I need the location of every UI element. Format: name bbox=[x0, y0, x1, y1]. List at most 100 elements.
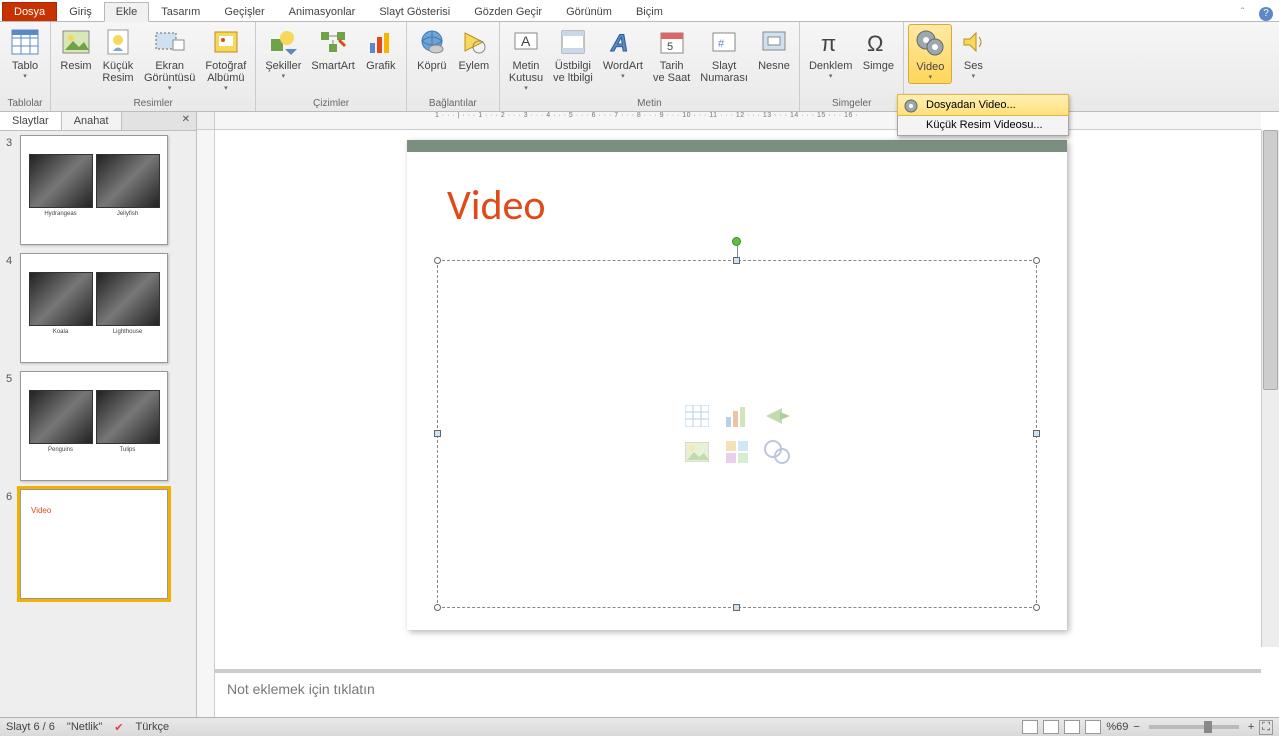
insert-media-icon[interactable] bbox=[760, 437, 794, 467]
resize-handle[interactable] bbox=[733, 257, 740, 264]
zoom-in-button[interactable]: + bbox=[1248, 721, 1254, 733]
hyperlink-button[interactable]: Köprü bbox=[411, 24, 453, 74]
screenshot-button[interactable]: Ekran Görüntüsü bbox=[139, 24, 200, 94]
tab-format[interactable]: Biçim bbox=[624, 2, 675, 21]
tab-design[interactable]: Tasarım bbox=[149, 2, 212, 21]
normal-view-button[interactable] bbox=[1022, 720, 1038, 734]
tab-animations[interactable]: Animasyonlar bbox=[277, 2, 368, 21]
slidenumber-icon: # bbox=[708, 26, 740, 58]
svg-text:A: A bbox=[521, 33, 531, 49]
audio-button[interactable]: Ses bbox=[952, 24, 994, 82]
slide-editor[interactable]: Video bbox=[407, 140, 1067, 630]
resize-handle[interactable] bbox=[1033, 257, 1040, 264]
insert-chart-icon[interactable] bbox=[720, 401, 754, 431]
tab-view[interactable]: Görünüm bbox=[554, 2, 624, 21]
outline-tab[interactable]: Anahat bbox=[62, 112, 122, 130]
content-placeholder[interactable] bbox=[437, 260, 1037, 608]
video-clipart-item[interactable]: Küçük Resim Videosu... bbox=[898, 115, 1068, 135]
tab-insert[interactable]: Ekle bbox=[104, 2, 149, 22]
tab-slideshow[interactable]: Slayt Gösterisi bbox=[367, 2, 462, 21]
rotate-handle[interactable] bbox=[732, 237, 741, 246]
slideshow-view-button[interactable] bbox=[1085, 720, 1101, 734]
slide-thumb-6[interactable]: 6 Video bbox=[6, 489, 190, 599]
slide-thumb-4[interactable]: 4 KoalaLighthouse bbox=[6, 253, 190, 363]
datetime-button[interactable]: 5Tarih ve Saat bbox=[648, 24, 695, 86]
tab-transitions[interactable]: Geçişler bbox=[212, 2, 276, 21]
slidenumber-button[interactable]: #Slayt Numarası bbox=[695, 24, 753, 86]
vertical-ruler bbox=[197, 130, 215, 717]
zoom-level[interactable]: %69 bbox=[1106, 721, 1128, 733]
photoalbum-button[interactable]: Fotoğraf Albümü bbox=[200, 24, 251, 94]
minimize-ribbon-icon[interactable]: ˆ bbox=[1241, 7, 1255, 21]
action-button[interactable]: Eylem bbox=[453, 24, 495, 74]
video-button[interactable]: Video bbox=[908, 24, 952, 84]
smartart-icon bbox=[317, 26, 349, 58]
tab-file[interactable]: Dosya bbox=[2, 2, 57, 21]
video-icon bbox=[914, 27, 946, 59]
group-symbols-label: Simgeler bbox=[804, 98, 899, 111]
insert-clipart-icon[interactable] bbox=[720, 437, 754, 467]
placeholder-content-icons bbox=[680, 401, 794, 467]
status-slide: Slayt 6 / 6 bbox=[6, 721, 55, 733]
resize-handle[interactable] bbox=[733, 604, 740, 611]
zoom-out-button[interactable]: − bbox=[1133, 721, 1139, 733]
datetime-icon: 5 bbox=[656, 26, 688, 58]
group-links-label: Bağlantılar bbox=[411, 98, 495, 111]
slide-thumb-3[interactable]: 3 HydrangeasJellyfish bbox=[6, 135, 190, 245]
tab-home[interactable]: Giriş bbox=[57, 2, 104, 21]
zoom-slider[interactable] bbox=[1149, 725, 1239, 729]
resize-handle[interactable] bbox=[434, 257, 441, 264]
menu-tabs: Dosya Giriş Ekle Tasarım Geçişler Animas… bbox=[0, 0, 1279, 22]
group-images-label: Resimler bbox=[55, 98, 251, 111]
resize-handle[interactable] bbox=[1033, 430, 1040, 437]
help-icon[interactable]: ? bbox=[1259, 7, 1273, 21]
picture-button[interactable]: Resim bbox=[55, 24, 97, 74]
notes-pane[interactable]: Not eklemek için tıklatın bbox=[215, 669, 1261, 717]
video-from-file-item[interactable]: Dosyadan Video... bbox=[897, 94, 1069, 116]
wordart-button[interactable]: AWordArt bbox=[598, 24, 648, 82]
group-tables-label: Tablolar bbox=[4, 98, 46, 111]
insert-smartart-icon[interactable] bbox=[760, 401, 794, 431]
textbox-icon: A bbox=[510, 26, 542, 58]
spellcheck-icon[interactable]: ✔ bbox=[114, 721, 123, 734]
insert-picture-icon[interactable] bbox=[680, 437, 714, 467]
resize-handle[interactable] bbox=[434, 430, 441, 437]
slide-title[interactable]: Video bbox=[407, 152, 1067, 231]
reading-view-button[interactable] bbox=[1064, 720, 1080, 734]
hyperlink-icon bbox=[416, 26, 448, 58]
resize-handle[interactable] bbox=[1033, 604, 1040, 611]
photoalbum-icon bbox=[210, 26, 242, 58]
clipart-button[interactable]: Küçük Resim bbox=[97, 24, 139, 86]
vertical-scrollbar[interactable] bbox=[1261, 130, 1279, 647]
chart-button[interactable]: Grafik bbox=[360, 24, 402, 74]
action-icon bbox=[458, 26, 490, 58]
sorter-view-button[interactable] bbox=[1043, 720, 1059, 734]
slide-thumb-5[interactable]: 5 PenguinsTulips bbox=[6, 371, 190, 481]
slides-tab[interactable]: Slaytlar bbox=[0, 112, 62, 130]
svg-text:#: # bbox=[718, 38, 725, 50]
svg-text:Ω: Ω bbox=[867, 31, 883, 55]
group-text-label: Metin bbox=[504, 98, 795, 111]
headerfooter-button[interactable]: Üstbilgi ve ltbilgi bbox=[548, 24, 598, 86]
object-button[interactable]: Nesne bbox=[753, 24, 795, 74]
table-label: Tablo bbox=[12, 60, 38, 72]
shapes-button[interactable]: Şekiller bbox=[260, 24, 306, 82]
table-button[interactable]: Tablo bbox=[4, 24, 46, 82]
resize-handle[interactable] bbox=[434, 604, 441, 611]
symbol-button[interactable]: ΩSimge bbox=[857, 24, 899, 74]
scrollbar-thumb[interactable] bbox=[1263, 130, 1278, 390]
equation-button[interactable]: πDenklem bbox=[804, 24, 857, 82]
textbox-button[interactable]: AMetin Kutusu bbox=[504, 24, 548, 94]
status-language[interactable]: Türkçe bbox=[135, 721, 169, 733]
svg-text:5: 5 bbox=[667, 41, 673, 53]
status-theme: "Netlik" bbox=[67, 721, 102, 733]
tab-review[interactable]: Gözden Geçir bbox=[462, 2, 554, 21]
smartart-button[interactable]: SmartArt bbox=[306, 24, 359, 74]
ruler-corner bbox=[197, 112, 215, 130]
insert-table-icon[interactable] bbox=[680, 401, 714, 431]
filmreel-icon bbox=[903, 98, 919, 114]
fit-window-button[interactable]: ⛶ bbox=[1259, 720, 1273, 735]
status-bar: Slayt 6 / 6 "Netlik" ✔ Türkçe %69 − + ⛶ bbox=[0, 717, 1279, 736]
close-panel-icon[interactable]: ✕ bbox=[176, 112, 196, 130]
svg-text:A: A bbox=[610, 30, 628, 55]
